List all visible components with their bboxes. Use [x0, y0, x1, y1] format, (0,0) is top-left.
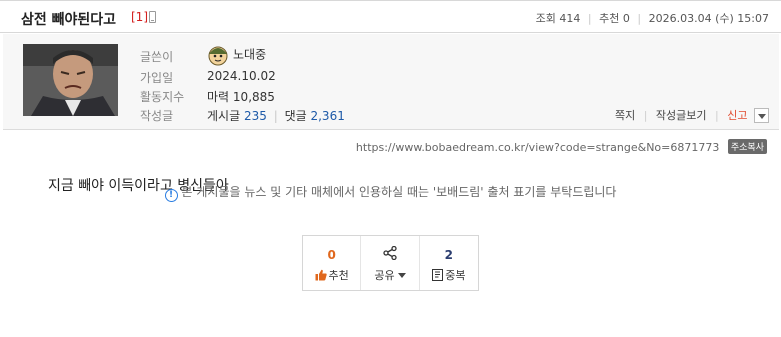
share-text: 공유 [374, 269, 395, 282]
joined-date: 2024.10.02 [207, 69, 276, 83]
author-row: 글쓴이 노대중 [140, 46, 266, 66]
author-name[interactable]: 노대중 [233, 48, 266, 62]
thumbs-up-icon [315, 269, 327, 284]
author-value: 노대중 [207, 44, 266, 66]
views-count: 414 [559, 12, 581, 25]
copy-url-button[interactable]: 주소복사 [727, 139, 767, 154]
comments-count-link[interactable]: 2,361 [310, 109, 344, 123]
author-label: 글쓴이 [140, 50, 174, 64]
recommend-count: 0 [327, 248, 336, 262]
info-icon: ! [164, 189, 178, 202]
scrap-caption: 중복 [420, 267, 478, 284]
share-button[interactable]: 공유 [361, 236, 420, 290]
divider: | [587, 12, 592, 25]
author-actions: 쪽지 | 작성글보기 | 신고 [615, 107, 769, 124]
divider: | [715, 109, 719, 122]
vote-box: 0 추천 공유 2 중복 [302, 235, 479, 291]
notice-text: 본 게시물을 뉴스 및 기타 매체에서 인용하실 때는 '보배드림' 출처 표기… [181, 185, 617, 199]
comments-prefix: 댓글 [284, 109, 307, 123]
post-datetime: 2026.03.04 (수) 15:07 [648, 12, 769, 25]
avatar-icon [207, 44, 229, 66]
posts-prefix: 게시글 [207, 109, 241, 123]
scrap-count: 2 [444, 248, 454, 262]
recommend-count: 0 [622, 12, 630, 25]
view-posts-link[interactable]: 작성글보기 [656, 109, 707, 122]
divider: | [273, 109, 278, 123]
report-link[interactable]: 신고 [727, 109, 747, 122]
author-photo [23, 44, 118, 116]
share-icon [383, 245, 397, 263]
post-title: 삼전 빼야된다고 [21, 12, 117, 28]
share-caption: 공유 [361, 267, 418, 283]
recommend-button[interactable]: 0 추천 [303, 236, 362, 290]
activity-row: 활동지수 마력 10,885 [140, 88, 275, 105]
posts-label: 작성글 [140, 109, 174, 123]
activity-number: 10,885 [232, 90, 275, 104]
activity-prefix: 마력 [207, 90, 230, 104]
scrap-icon [432, 269, 444, 284]
chevron-down-icon [397, 273, 406, 278]
mobile-icon [149, 11, 156, 23]
post-header: 삼전 빼야된다고 [1] 조회 414 | 추천 0 | 2026.03.04 … [0, 0, 781, 33]
share-icon-wrap [361, 245, 418, 263]
scrap-button[interactable]: 2 중복 [420, 236, 478, 290]
divider: | [637, 12, 642, 25]
recommend-caption: 추천 [303, 267, 360, 284]
recommend-text: 추천 [328, 269, 349, 282]
activity-label: 활동지수 [140, 90, 185, 104]
recommend-label: 추천 [599, 12, 620, 25]
joined-label: 가입일 [140, 71, 174, 85]
send-note-link[interactable]: 쪽지 [615, 109, 635, 122]
activity-value: 마력 10,885 [207, 88, 275, 105]
joined-row: 가입일 2024.10.02 [140, 69, 276, 86]
comment-count[interactable]: [1] [131, 10, 148, 24]
post-meta: 조회 414 | 추천 0 | 2026.03.04 (수) 15:07 [536, 10, 769, 26]
posts-row: 작성글 게시글 235 | 댓글 2,361 [140, 107, 345, 124]
citation-notice: ! 본 게시물을 뉴스 및 기타 매체에서 인용하실 때는 '보배드림' 출처 표… [0, 183, 781, 202]
url-row: https://www.bobaedream.co.kr/view?code=s… [356, 139, 767, 154]
author-profile: 글쓴이 노대중 가입일 2024.10.02 활동지수 마력 10,885 작성… [3, 34, 779, 130]
divider: | [643, 109, 648, 122]
posts-value: 게시글 235 | 댓글 2,361 [207, 107, 345, 124]
views-label: 조회 [535, 12, 556, 25]
scrap-text: 중복 [445, 269, 466, 282]
post-url: https://www.bobaedream.co.kr/view?code=s… [355, 141, 720, 154]
posts-count-link[interactable]: 235 [244, 109, 267, 123]
post-content: https://www.bobaedream.co.kr/view?code=s… [3, 131, 779, 337]
dropdown-icon[interactable] [754, 107, 769, 123]
